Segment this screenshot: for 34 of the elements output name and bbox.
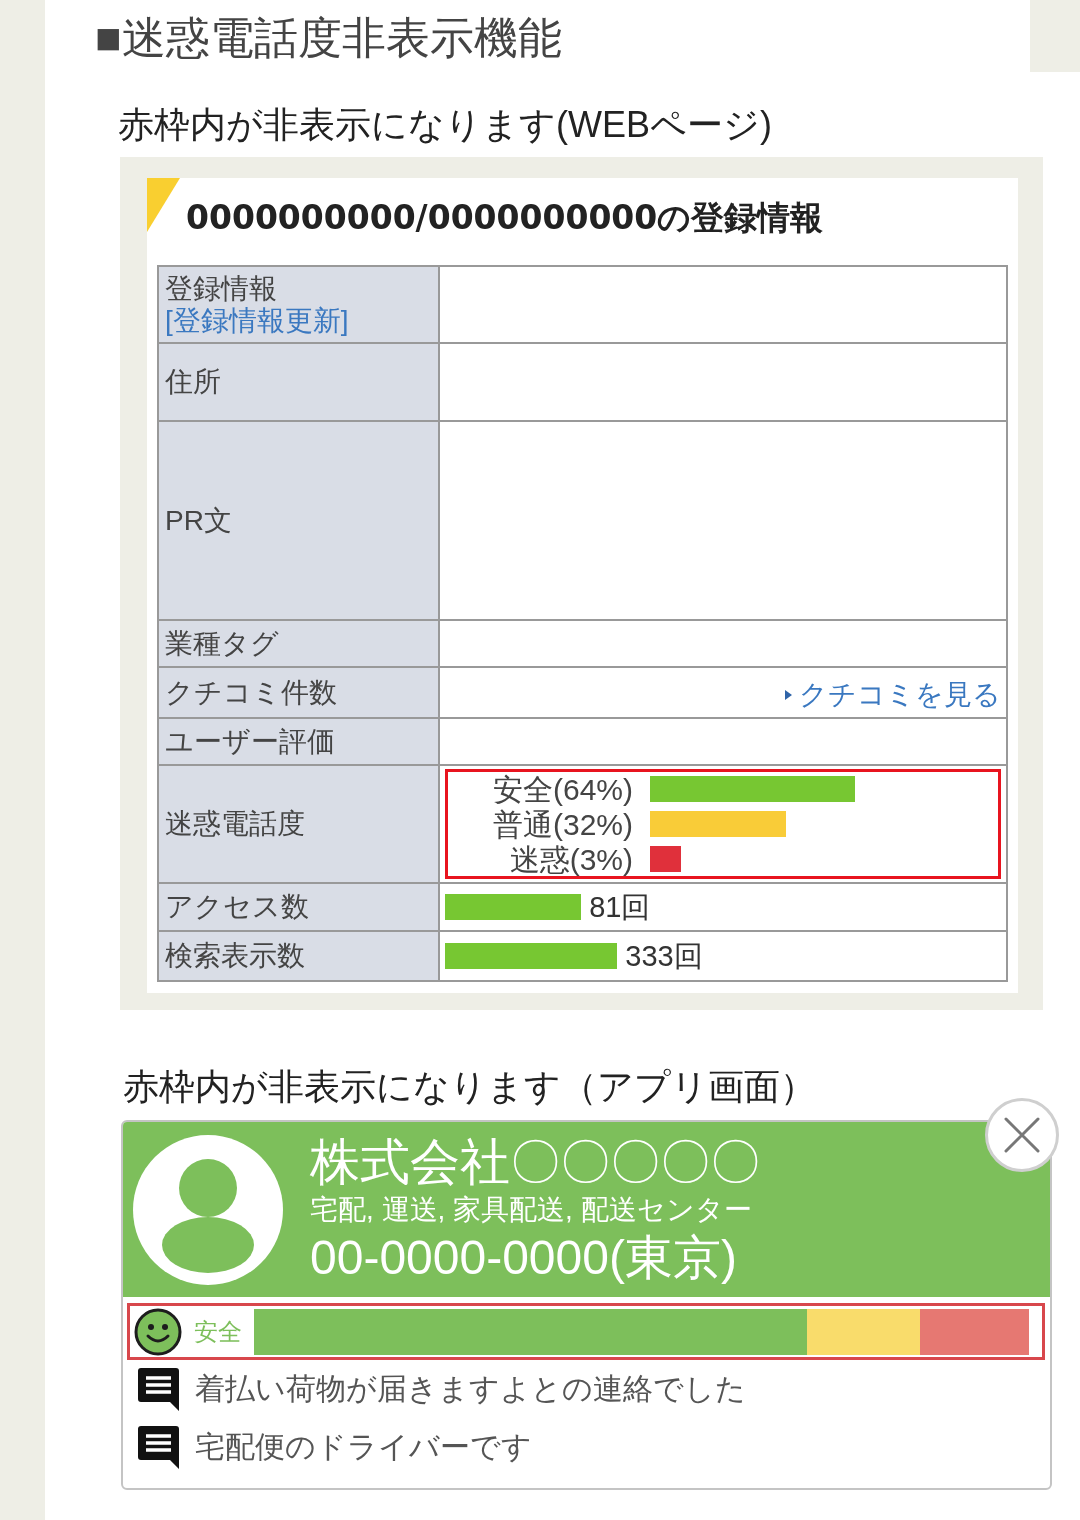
- row-label: ユーザー評価: [165, 725, 335, 758]
- message-icon: [137, 1366, 180, 1412]
- rating-label: 迷惑(3%): [509, 841, 633, 877]
- row-label: PR文: [165, 504, 232, 537]
- smiley-icon: [134, 1307, 182, 1356]
- row-label: クチコミ件数: [165, 676, 337, 709]
- count-value: 81回: [589, 891, 651, 923]
- page-background: [1030, 0, 1080, 72]
- rating-label: 安全(64%): [492, 771, 633, 807]
- triangle-icon: [785, 689, 792, 700]
- avatar-icon: [133, 1134, 283, 1285]
- page-heading: ■迷惑電話度非表示機能: [95, 12, 562, 64]
- update-link[interactable]: [登録情報更新]: [165, 304, 349, 337]
- row-label: 登録情報: [165, 272, 277, 305]
- section-caption: 赤枠内が非表示になります(WEBページ): [118, 103, 772, 147]
- comment-text: 着払い荷物が届きますよとの連絡でした: [195, 1371, 746, 1407]
- comment-text: 宅配便のドライバーです: [195, 1429, 532, 1465]
- card-title: 0000000000/0000000000の登録情報: [185, 197, 824, 239]
- corner-triangle-icon: [147, 178, 180, 232]
- count-value: 333回: [625, 940, 703, 972]
- rating-label: 安全: [194, 1316, 242, 1347]
- close-icon: [1004, 1117, 1040, 1153]
- phone-number: 00-0000-0000(東京): [310, 1229, 737, 1286]
- row-label: 業種タグ: [165, 627, 279, 660]
- row-label: アクセス数: [165, 891, 309, 923]
- message-icon: [137, 1424, 180, 1470]
- section-caption: 赤枠内が非表示になります（アプリ画面）: [123, 1065, 816, 1109]
- company-name: 株式会社〇〇〇〇〇: [310, 1133, 760, 1190]
- reviews-link[interactable]: クチコミを見る: [785, 678, 1001, 711]
- row-label: 住所: [165, 366, 221, 398]
- business-tags: 宅配, 運送, 家具配送, 配送センター: [310, 1191, 752, 1228]
- rating-label: 普通(32%): [492, 806, 633, 842]
- row-label: 迷惑電話度: [165, 808, 305, 840]
- row-label: 検索表示数: [165, 940, 305, 972]
